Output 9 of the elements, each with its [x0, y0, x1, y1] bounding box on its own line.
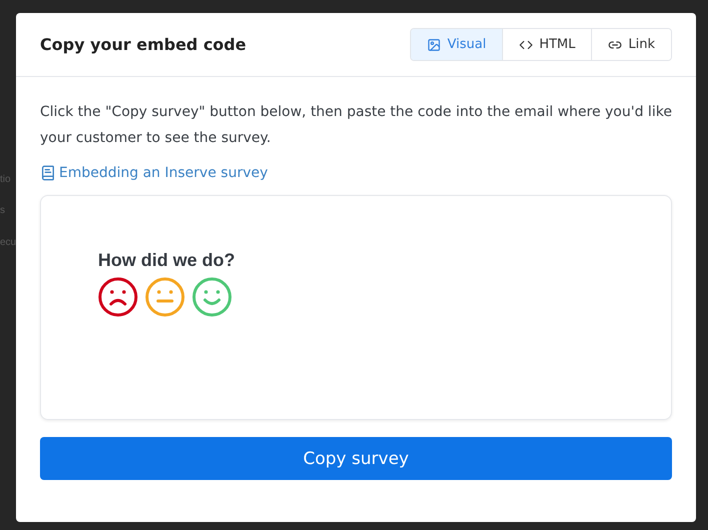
survey-question: How did we do? [98, 250, 236, 271]
dialog-title: Copy your embed code [40, 35, 246, 54]
help-link[interactable]: Embedding an Inserve survey [40, 165, 268, 181]
instructions-text: Click the "Copy survey" button below, then paste the code into the email where you'd like your customer to see the survey. [40, 103, 672, 148]
view-tab[interactable]: Visual [411, 29, 502, 60]
book-icon [40, 165, 56, 181]
copy-survey-button[interactable]: Copy survey [40, 437, 672, 480]
view-tab[interactable]: Link [591, 29, 671, 60]
image-icon [427, 38, 442, 52]
